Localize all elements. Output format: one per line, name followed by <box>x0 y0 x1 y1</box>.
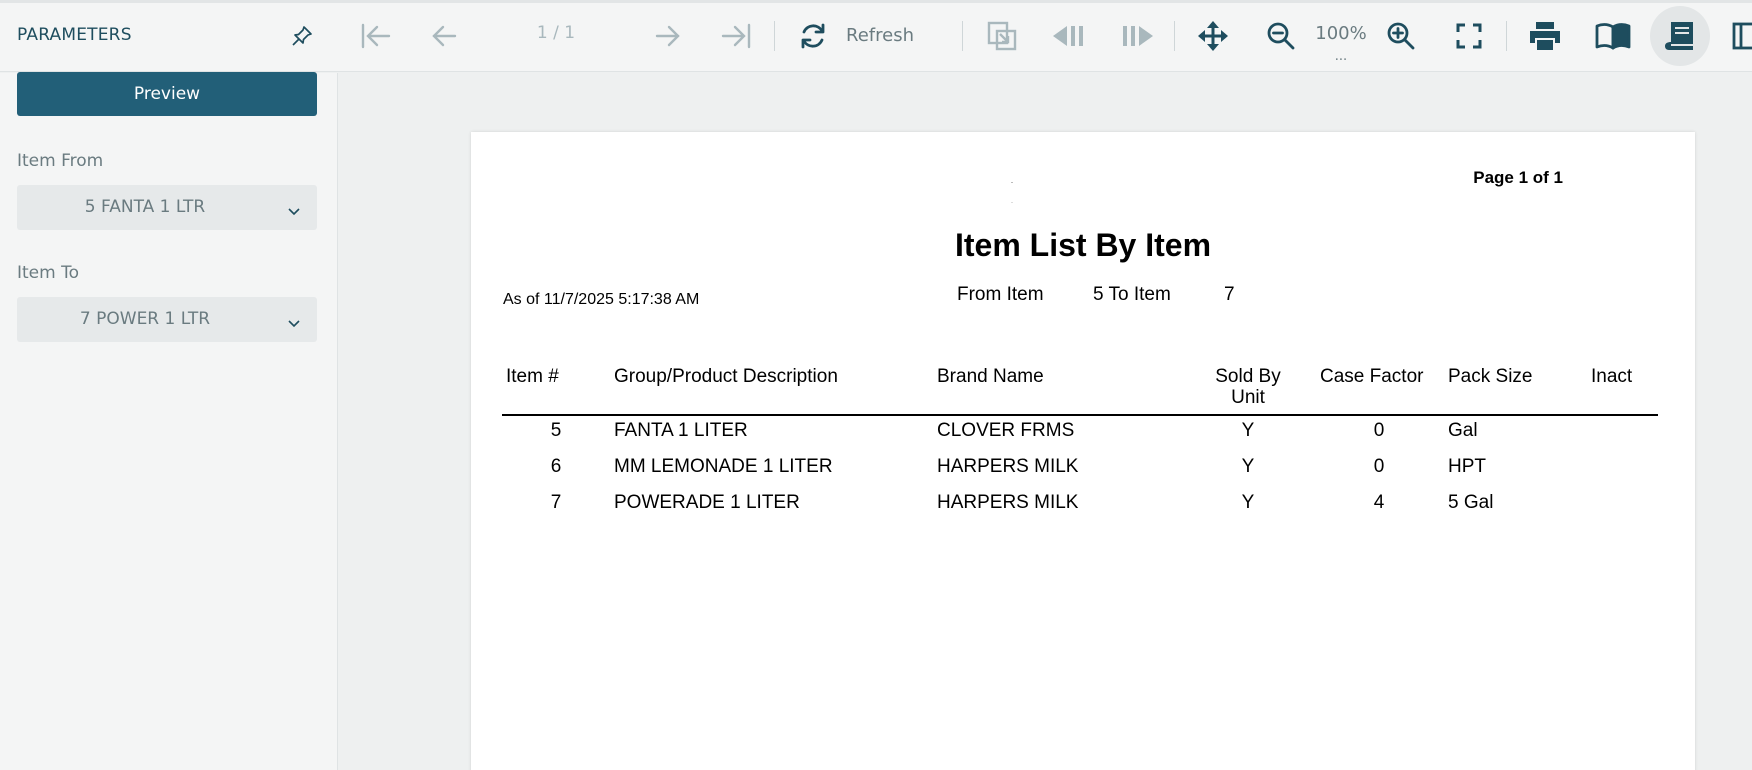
cell-description: POWERADE 1 LITER <box>614 492 800 513</box>
pan-icon[interactable] <box>1196 3 1230 69</box>
report-page: Page 1 of 1 Item List By Item As of 11/7… <box>471 132 1695 770</box>
first-page-icon[interactable] <box>358 3 394 69</box>
item-to-value: 7 POWER 1 LTR <box>79 309 211 329</box>
report-image-placeholder <box>1011 202 1013 203</box>
column-header-inact: Inact <box>1591 366 1633 387</box>
column-header-brand: Brand Name <box>937 366 1044 387</box>
cell-pack-size: HPT <box>1448 456 1486 477</box>
toolbar: PARAMETERS 1 / 1 Refresh 100% ... <box>0 0 1752 72</box>
parameters-title: PARAMETERS <box>17 25 132 45</box>
report-as-of: As of 11/7/2025 5:17:38 AM <box>503 291 700 308</box>
item-from-label: Item From <box>17 151 104 171</box>
zoom-level[interactable]: 100% <box>1310 25 1372 43</box>
cell-item-no: 7 <box>550 492 562 513</box>
column-header-sold-by-unit: Sold By Unit <box>1198 366 1298 408</box>
report-image-placeholder <box>1011 182 1013 183</box>
print-icon[interactable] <box>1526 3 1564 69</box>
report-from-item-label: From Item <box>957 284 1044 305</box>
report-to-item-value: 7 <box>1224 284 1235 305</box>
column-header-description: Group/Product Description <box>614 366 838 387</box>
toolbar-separator <box>774 21 775 51</box>
column-header-case-factor: Case Factor <box>1320 366 1424 387</box>
item-from-select[interactable]: 5 FANTA 1 LTR <box>17 185 317 230</box>
side-view-icon[interactable] <box>1732 3 1752 69</box>
cell-description: MM LEMONADE 1 LITER <box>614 456 833 477</box>
zoom-out-icon[interactable] <box>1264 3 1298 69</box>
pin-icon[interactable] <box>286 3 318 69</box>
cell-item-no: 6 <box>550 456 562 477</box>
continuous-view-icon[interactable] <box>1660 3 1700 69</box>
last-page-icon[interactable] <box>718 3 754 69</box>
refresh-button[interactable]: Refresh <box>846 25 914 46</box>
export-icon[interactable] <box>984 3 1020 69</box>
preview-button[interactable]: Preview <box>17 72 317 116</box>
previous-section-icon[interactable] <box>1050 3 1088 69</box>
cell-brand: HARPERS MILK <box>937 492 1079 513</box>
cell-description: FANTA 1 LITER <box>614 420 748 441</box>
toolbar-separator <box>962 21 963 51</box>
cell-item-no: 5 <box>550 420 562 441</box>
cell-brand: CLOVER FRMS <box>937 420 1075 441</box>
column-header-sold-by-unit-line1: Sold By <box>1215 366 1281 387</box>
item-to-select[interactable]: 7 POWER 1 LTR <box>17 297 317 342</box>
report-page-number: Page 1 of 1 <box>1473 168 1563 187</box>
zoom-in-icon[interactable] <box>1384 3 1418 69</box>
column-header-sold-by-unit-line2: Unit <box>1231 387 1265 408</box>
cell-case-factor: 0 <box>1373 420 1385 441</box>
toolbar-separator <box>1506 21 1507 51</box>
book-view-icon[interactable] <box>1594 3 1632 69</box>
fit-screen-icon[interactable] <box>1452 3 1486 69</box>
cell-brand: HARPERS MILK <box>937 456 1079 477</box>
column-header-item-no: Item # <box>506 366 559 387</box>
next-page-icon[interactable] <box>652 3 684 69</box>
cell-sold-by-unit: Y <box>1241 492 1255 513</box>
cell-pack-size: 5 Gal <box>1448 492 1494 513</box>
previous-page-icon[interactable] <box>428 3 460 69</box>
chevron-down-icon <box>287 313 301 333</box>
cell-sold-by-unit: Y <box>1241 456 1255 477</box>
item-to-label: Item To <box>17 263 79 283</box>
report-title: Item List By Item <box>954 227 1212 263</box>
parameters-panel: Preview Item From 5 FANTA 1 LTR Item To … <box>0 72 338 770</box>
zoom-more[interactable]: ... <box>1310 50 1372 63</box>
cell-case-factor: 4 <box>1373 492 1385 513</box>
toolbar-separator <box>1174 21 1175 51</box>
item-from-value: 5 FANTA 1 LTR <box>84 197 206 217</box>
refresh-icon[interactable] <box>796 3 830 69</box>
header-divider <box>502 414 1658 416</box>
cell-case-factor: 0 <box>1373 456 1385 477</box>
next-section-icon[interactable] <box>1118 3 1156 69</box>
column-header-pack-size: Pack Size <box>1448 366 1533 387</box>
page-indicator: 1 / 1 <box>536 23 576 43</box>
report-to-item-label: 5 To Item <box>1093 284 1171 305</box>
cell-pack-size: Gal <box>1448 420 1478 441</box>
chevron-down-icon <box>287 201 301 221</box>
cell-sold-by-unit: Y <box>1241 420 1255 441</box>
